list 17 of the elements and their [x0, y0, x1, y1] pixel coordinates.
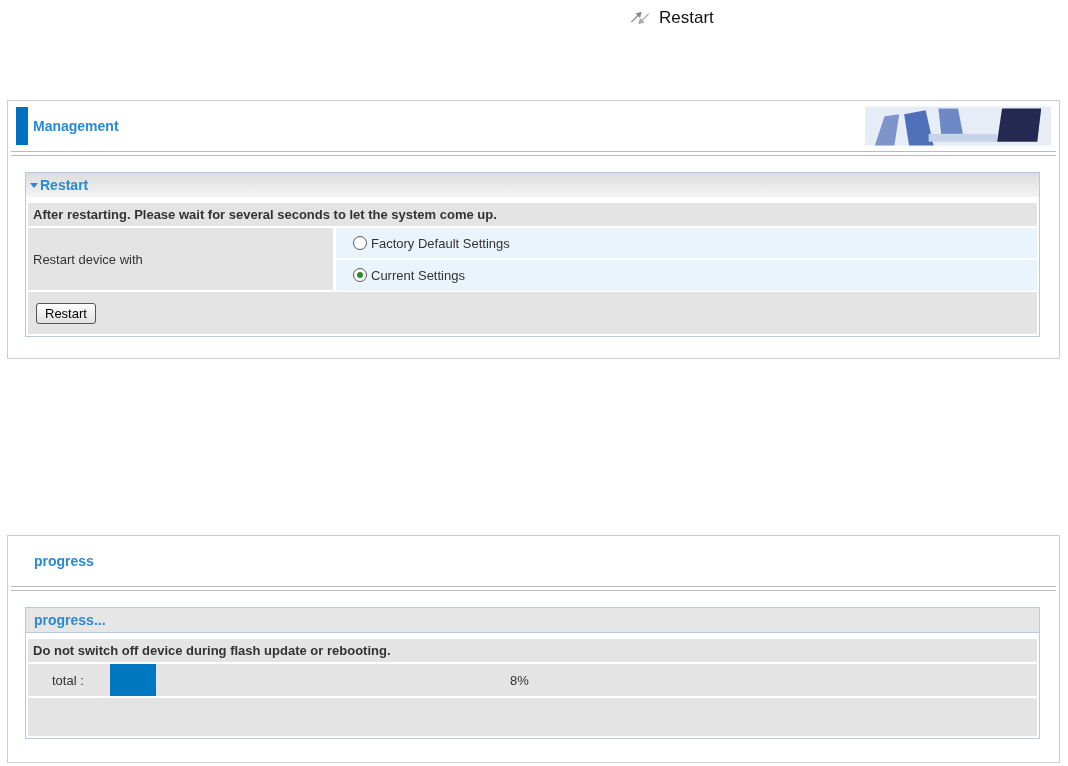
- accent-bar: [16, 107, 28, 145]
- radio-button[interactable]: [353, 236, 367, 250]
- restart-button[interactable]: Restart: [36, 302, 96, 324]
- section-title: Restart: [40, 177, 89, 193]
- panel-title: progress: [34, 553, 94, 569]
- radio-label[interactable]: Factory Default Settings: [371, 235, 510, 251]
- page-title: Restart: [659, 8, 714, 28]
- field-label: Restart device with: [28, 228, 333, 290]
- section-title: progress...: [34, 612, 106, 628]
- expand-triangle-icon[interactable]: [30, 182, 38, 188]
- radio-label[interactable]: Current Settings: [371, 267, 465, 283]
- notice-text: Do not switch off device during flash update or rebooting.: [28, 639, 1037, 662]
- progress-percent: 8%: [510, 672, 529, 688]
- progress-label: total :: [51, 672, 85, 688]
- notice-text: After restarting. Please wait for several seconds to let the system come up.: [28, 203, 1037, 226]
- panel-title: Management: [33, 118, 119, 134]
- radio-button[interactable]: [353, 268, 367, 282]
